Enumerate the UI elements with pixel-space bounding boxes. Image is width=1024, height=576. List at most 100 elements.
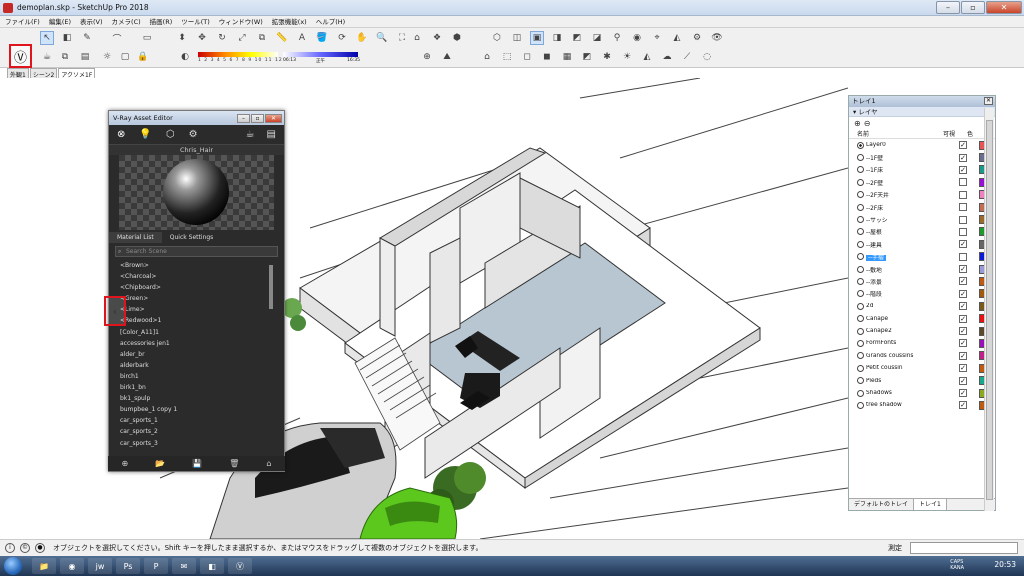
material-item[interactable]: accessories jen1 [120, 338, 284, 349]
vray-close-button[interactable]: ✕ [265, 113, 282, 123]
vray-maximize-button[interactable]: ▫ [251, 113, 264, 123]
layer-row[interactable]: FormFonts ✓ [849, 337, 995, 349]
material-item[interactable]: alderbark [120, 360, 284, 371]
field-of-view-icon[interactable]: ◭ [670, 31, 684, 45]
rectangle-icon[interactable]: ▭ [140, 31, 154, 45]
collapse-sidebar-handle[interactable]: ‹ [104, 296, 126, 326]
zoom-extents-icon[interactable]: ⛶ [395, 31, 409, 45]
app-jw-icon[interactable]: jw [88, 558, 112, 574]
shadow-month-slider[interactable] [198, 52, 278, 57]
vray-asset-editor-icon[interactable]: Ⓥ [9, 44, 32, 68]
layer-visible-checkbox[interactable]: ✓ [959, 401, 967, 410]
start-button[interactable] [4, 557, 22, 575]
material-item[interactable]: <Charcoal> [120, 271, 284, 282]
add-material-icon[interactable]: ⊕ [122, 459, 129, 468]
maximize-button[interactable]: ▫ [961, 1, 985, 14]
menu-view[interactable]: 表示(V) [80, 16, 103, 27]
layer-row[interactable]: --2F天井 [849, 189, 995, 201]
active-layer-radio[interactable] [857, 216, 864, 224]
xray-icon[interactable]: ⌂ [480, 50, 494, 64]
layer-row[interactable]: 2d ✓ [849, 300, 995, 312]
layer-visible-checkbox[interactable]: ✓ [959, 277, 967, 286]
style-icon[interactable]: ✱ [600, 50, 614, 64]
active-layer-radio[interactable] [857, 339, 864, 347]
layer-row[interactable]: Pieds ✓ [849, 374, 995, 386]
warehouse-icon[interactable]: ⌂ [410, 31, 424, 45]
shaded-icon[interactable]: ◼ [540, 50, 554, 64]
active-layer-radio[interactable] [857, 315, 864, 323]
layer-visible-checkbox[interactable]: ✓ [959, 339, 967, 348]
material-item[interactable]: <Chipboard> [120, 282, 284, 293]
layer-visible-checkbox[interactable]: ✓ [959, 327, 967, 336]
tray-close-button[interactable]: ✕ [984, 97, 993, 105]
menu-window[interactable]: ウィンドウ(W) [219, 16, 263, 27]
material-list-scrollbar[interactable] [269, 265, 273, 309]
user-icon[interactable]: ● [35, 543, 45, 553]
geometry-icon[interactable]: ⬡ [166, 129, 175, 140]
layer-row[interactable]: Layer0 ✓ [849, 139, 995, 151]
layer-row[interactable]: --建具 ✓ [849, 238, 995, 250]
right-view-icon[interactable]: ◨ [550, 31, 564, 45]
material-item[interactable]: <Brown> [120, 260, 284, 271]
active-layer-radio[interactable] [857, 377, 864, 385]
layer-row[interactable]: --屋根 [849, 226, 995, 238]
layer-row[interactable]: --添景 ✓ [849, 275, 995, 287]
pencil-icon[interactable]: ✎ [80, 31, 94, 45]
tab-tray1[interactable]: トレイ1 [914, 499, 947, 510]
menu-draw[interactable]: 描画(R) [150, 16, 173, 27]
active-layer-radio[interactable] [857, 178, 864, 186]
layer-visible-checkbox[interactable] [959, 215, 967, 224]
chrome-icon[interactable]: ◉ [60, 558, 84, 574]
layer-row[interactable]: Grands coussins ✓ [849, 350, 995, 362]
orbit-icon[interactable]: ⟳ [335, 31, 349, 45]
layer-visible-checkbox[interactable]: ✓ [959, 351, 967, 360]
active-layer-radio[interactable] [857, 240, 864, 248]
eraser-icon[interactable]: ◧ [60, 31, 74, 45]
material-item[interactable]: <Green> [120, 293, 284, 304]
material-item[interactable]: birch1 [120, 371, 284, 382]
fog-icon[interactable]: ☁ [660, 50, 674, 64]
active-layer-radio[interactable] [857, 253, 864, 261]
window-icon[interactable]: ▢ [118, 50, 132, 64]
explorer-icon[interactable]: 📁 [32, 558, 56, 574]
frame-buffer-icon[interactable]: ▤ [78, 50, 92, 64]
offset-icon[interactable]: ⧉ [255, 31, 269, 45]
layer-row[interactable]: Shadows ✓ [849, 387, 995, 399]
minimize-button[interactable]: – [936, 1, 960, 14]
select-tool-icon[interactable]: ↖ [40, 31, 54, 45]
app-icon[interactable]: ✉ [172, 558, 196, 574]
back-view-icon[interactable]: ◩ [570, 31, 584, 45]
menu-help[interactable]: ヘルプ(H) [316, 16, 345, 27]
active-layer-radio[interactable] [857, 290, 864, 298]
layer-row[interactable]: tree shadow ✓ [849, 399, 995, 411]
layer-visible-checkbox[interactable] [959, 203, 967, 212]
layer-visible-checkbox[interactable]: ✓ [959, 389, 967, 397]
layer-visible-checkbox[interactable]: ✓ [959, 153, 967, 162]
vray-task-icon[interactable]: Ⓥ [228, 558, 252, 574]
components-icon[interactable]: ❖ [430, 31, 444, 45]
material-item[interactable]: <Redwood>1 [120, 315, 284, 326]
menu-extensions[interactable]: 拡張機能(x) [272, 16, 307, 27]
scale-icon[interactable]: ⤢ [235, 31, 249, 45]
light-icon[interactable]: ☼ [100, 50, 114, 64]
walk-icon[interactable]: ⚲ [610, 31, 624, 45]
menu-file[interactable]: ファイル(F) [5, 16, 40, 27]
pan-icon[interactable]: ✋ [355, 31, 369, 45]
settings-icon[interactable]: ⚙ [189, 129, 198, 140]
render-teapot-icon[interactable]: ☕ [246, 129, 255, 140]
delete-layer-icon[interactable]: ⊖ [864, 119, 871, 128]
active-layer-radio[interactable] [857, 302, 864, 310]
vray-minimize-button[interactable]: – [237, 113, 250, 123]
layer-row[interactable]: --1F壁 ✓ [849, 151, 995, 163]
section-fill-icon[interactable]: ◭ [640, 50, 654, 64]
layer-row[interactable]: Canapé2 ✓ [849, 325, 995, 337]
front-view-icon[interactable]: ▣ [530, 31, 544, 45]
tab-quick-settings[interactable]: Quick Settings [162, 232, 221, 243]
tab-material-list[interactable]: Material List [109, 232, 162, 243]
move-icon[interactable]: ✥ [195, 31, 209, 45]
layer-visible-checkbox[interactable] [959, 190, 967, 199]
layer-visible-checkbox[interactable]: ✓ [959, 141, 967, 150]
tape-measure-icon[interactable]: 📏 [275, 31, 289, 45]
tab-default-tray[interactable]: デフォルトのトレイ [849, 499, 915, 510]
menu-edit[interactable]: 編集(E) [49, 16, 71, 27]
